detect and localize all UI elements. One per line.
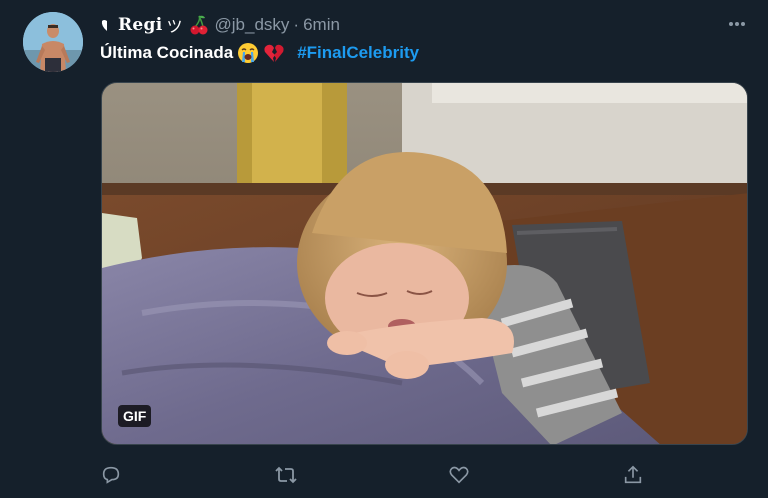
like-button[interactable] — [446, 462, 472, 488]
tweet-header: Regi ツ @jb_dsky · 6min — [100, 14, 340, 36]
share-icon — [624, 465, 642, 484]
more-dots-icon — [729, 22, 745, 26]
gif-frame — [102, 83, 747, 444]
separator-dot: · — [293, 15, 300, 34]
avatar[interactable] — [23, 12, 83, 72]
gif-badge: GIF — [118, 405, 152, 427]
tweet-timestamp[interactable]: 6min — [303, 15, 340, 35]
retweet-icon — [275, 466, 297, 484]
broken-heart-emoji — [264, 44, 284, 62]
tweet-text: Última Cocinada #FinalCelebrity — [100, 42, 419, 64]
like-icon — [449, 466, 469, 484]
retweet-button[interactable] — [273, 462, 299, 488]
display-name[interactable]: Regi — [118, 15, 163, 35]
reply-icon — [102, 466, 120, 484]
name-suffix: ツ — [166, 19, 183, 36]
loudly-crying-face-emoji — [238, 43, 259, 63]
avatar-photo — [23, 12, 83, 72]
cherries-icon — [190, 15, 208, 35]
tweet-body-text: Última Cocinada — [100, 43, 234, 62]
more-options-button[interactable] — [724, 16, 750, 32]
hashtag-link[interactable]: #FinalCelebrity — [297, 43, 419, 63]
reply-button[interactable] — [98, 462, 124, 488]
share-button[interactable] — [620, 462, 646, 488]
gif-media[interactable]: GIF — [101, 82, 748, 445]
user-handle[interactable]: @jb_dsky — [215, 15, 290, 35]
tweet-card[interactable]: Regi ツ @jb_dsky · 6min Última Cocinada #… — [0, 0, 768, 498]
heart-half-icon — [101, 20, 107, 31]
